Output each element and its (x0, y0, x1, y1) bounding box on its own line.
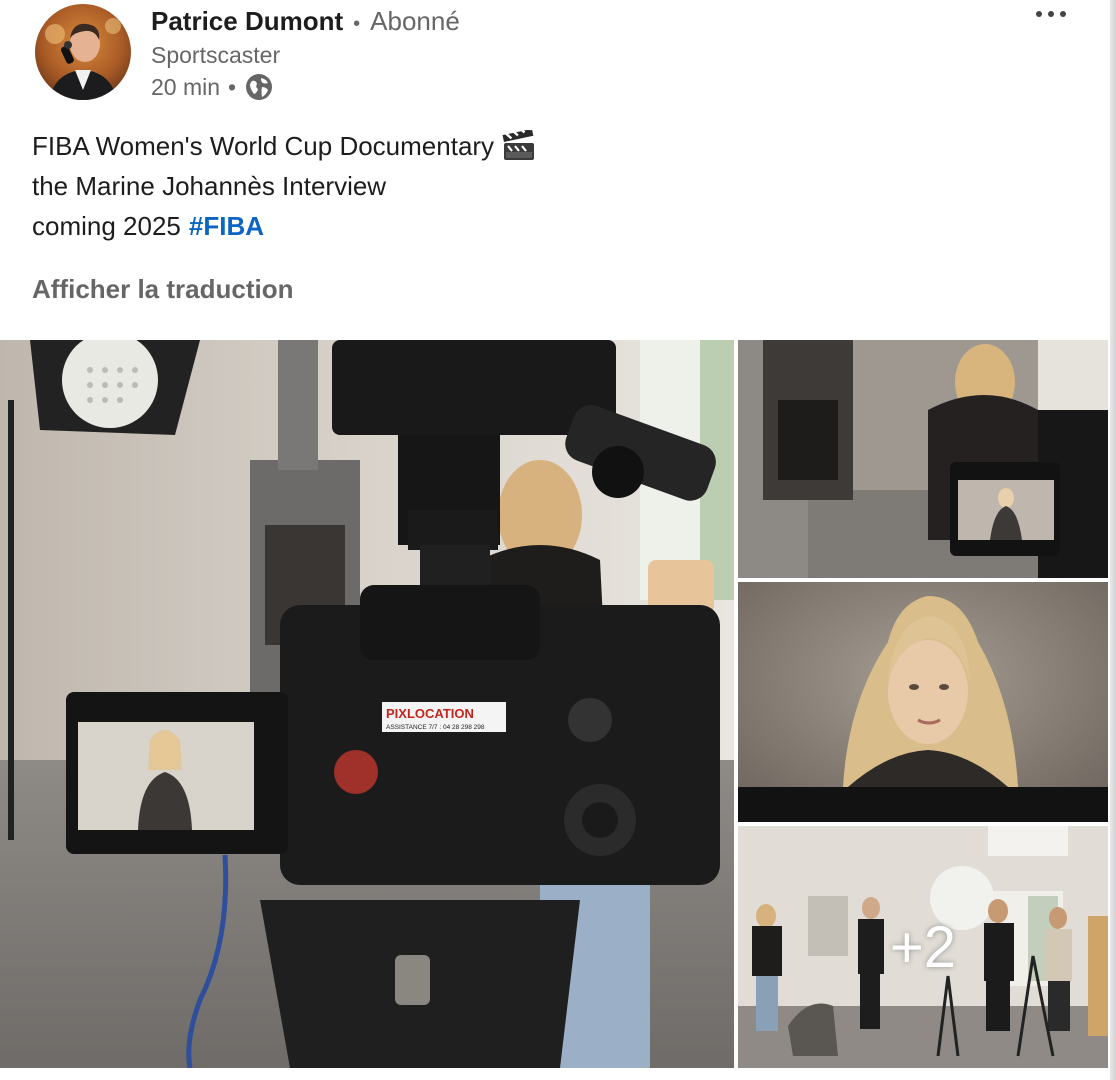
post-image-thumb-3[interactable]: +2 (738, 826, 1108, 1068)
scrollbar-edge (1110, 0, 1116, 1080)
post-line-2: the Marine Johannès Interview (32, 171, 387, 201)
camera-sticker-phone: ASSISTANCE 7/7 : 04 28 298 298 (386, 724, 485, 731)
feed-post: Patrice Dumont • Abonné Sportscaster 20 … (0, 0, 1116, 1080)
camera-sticker-brand: PIXLOCATION (386, 706, 474, 721)
author-name-row: Patrice Dumont • Abonné (151, 6, 460, 37)
post-line-3: coming 2025 (32, 211, 181, 241)
separator-dot: • (353, 13, 361, 35)
globe-icon (244, 72, 274, 102)
post-meta: 20 min • (151, 72, 274, 102)
post-text: FIBA Women's World Cup Documentary the M… (32, 126, 536, 246)
author-avatar[interactable] (35, 4, 131, 100)
show-translation-button[interactable]: Afficher la traduction (32, 274, 293, 305)
post-time: 20 min (151, 73, 221, 100)
hashtag-link[interactable]: #FIBA (189, 206, 264, 246)
post-line-1: FIBA Women's World Cup Documentary (32, 131, 495, 161)
follow-status: Abonné (370, 6, 460, 36)
post-image-main[interactable]: PIXLOCATION ASSISTANCE 7/7 : 04 28 298 2… (0, 340, 734, 1068)
author-name[interactable]: Patrice Dumont (151, 6, 343, 37)
post-image-thumb-1[interactable] (738, 340, 1108, 578)
author-headline: Sportscaster (151, 42, 281, 68)
meta-separator: • (228, 73, 237, 100)
more-options-icon[interactable] (1036, 2, 1066, 26)
clapper-board-icon (502, 130, 536, 162)
more-images-count[interactable]: +2 (738, 826, 1108, 1068)
post-image-thumb-2[interactable] (738, 582, 1108, 822)
